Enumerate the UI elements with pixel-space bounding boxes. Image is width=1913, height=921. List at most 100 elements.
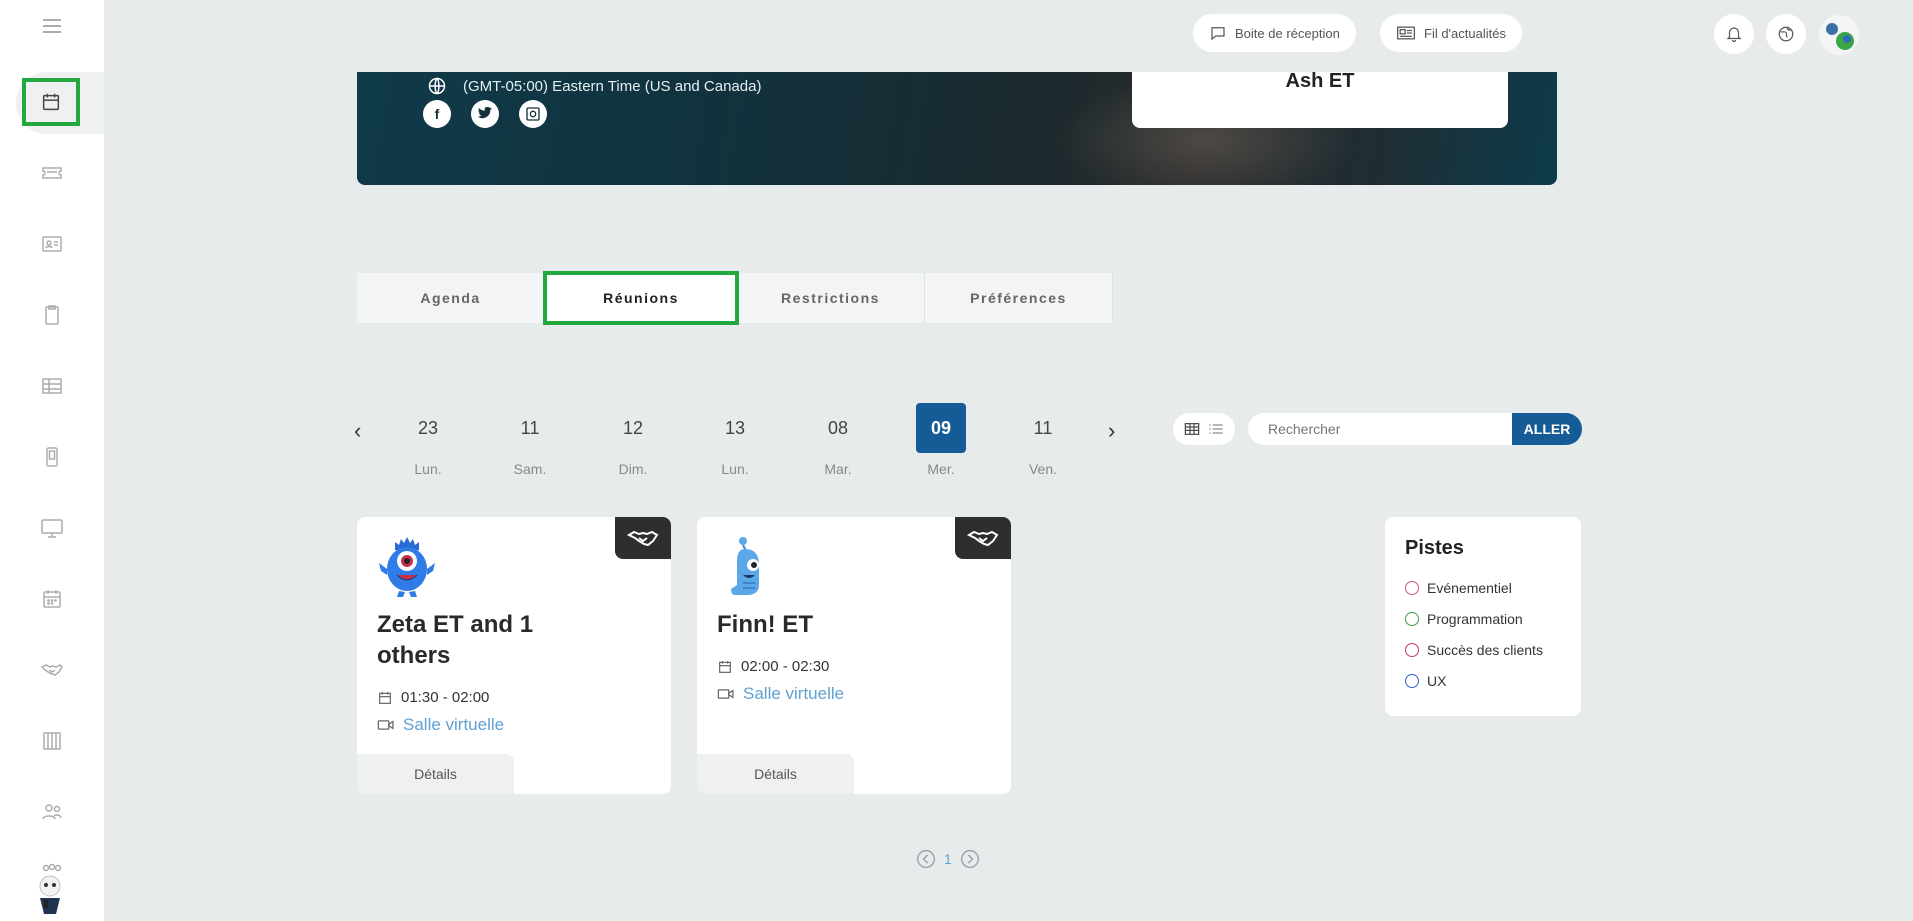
date-weekday: Dim.	[618, 461, 648, 477]
newspaper-icon	[1397, 26, 1415, 40]
top-bar: Boite de réception Fil d'actualités	[104, 0, 1913, 72]
meeting-room-link[interactable]: Salle virtuelle	[717, 684, 844, 704]
profile-avatar[interactable]	[1818, 14, 1860, 56]
news-feed-button[interactable]: Fil d'actualités	[1380, 14, 1522, 52]
meeting-room-link[interactable]: Salle virtuelle	[377, 715, 504, 735]
track-color-dot	[1405, 611, 1419, 626]
date-number: 23	[417, 418, 439, 438]
tab-preferences[interactable]: Préférences	[925, 273, 1113, 323]
profile-banner: (GMT-05:00) Eastern Time (US and Canada)…	[357, 72, 1557, 185]
twitter-icon[interactable]	[471, 100, 499, 128]
chat-bubble-icon	[1211, 27, 1225, 41]
sidebar-item-mobile[interactable]	[0, 431, 104, 483]
sidebar-item-schedule[interactable]	[0, 573, 104, 625]
bell-icon	[1726, 27, 1742, 43]
date-item[interactable]: 08 Mar.	[813, 403, 863, 477]
track-item[interactable]: Succès des clients	[1405, 634, 1561, 665]
id-card-icon	[42, 236, 62, 252]
sidebar-item-table[interactable]	[0, 360, 104, 412]
sidebar-item-booths[interactable]	[0, 715, 104, 767]
sidebar-item-meetings[interactable]	[0, 644, 104, 696]
details-button[interactable]: Détails	[357, 754, 514, 794]
list-view-icon[interactable]	[1208, 422, 1224, 436]
track-color-dot	[1405, 642, 1419, 657]
meeting-time-row: 02:00 - 02:30	[717, 658, 829, 675]
date-item[interactable]: 12 Dim.	[608, 403, 658, 477]
track-label: Evénementiel	[1427, 579, 1512, 596]
date-number: 08	[827, 418, 849, 438]
meeting-card: Zeta ET and 1 others 01:30 - 02:00 Salle…	[357, 517, 671, 794]
monster-avatar	[379, 537, 435, 597]
mobile-icon	[46, 447, 58, 467]
next-dates-button[interactable]: ›	[1108, 418, 1115, 444]
tab-agenda[interactable]: Agenda	[357, 273, 545, 323]
date-number: 12	[622, 418, 644, 438]
tab-bar: Agenda Réunions Restrictions Préférences	[357, 271, 1113, 325]
sidebar-item-users[interactable]	[0, 786, 104, 838]
calendar-grid-icon	[43, 590, 61, 608]
handshake-icon	[955, 517, 1011, 559]
date-weekday: Sam.	[513, 461, 547, 477]
track-item[interactable]: Evénementiel	[1405, 572, 1561, 603]
meeting-title: Finn! ET	[717, 611, 813, 638]
date-number: 11	[1033, 418, 1053, 438]
tracks-title: Pistes	[1405, 537, 1464, 559]
facebook-icon[interactable]: f	[423, 100, 451, 128]
calendar-icon	[42, 93, 60, 111]
date-item[interactable]: 11 Ven.	[1018, 403, 1068, 477]
meeting-time-row: 01:30 - 02:00	[377, 689, 489, 706]
search-input[interactable]	[1248, 413, 1512, 445]
clipboard-icon	[45, 305, 59, 325]
menu-icon[interactable]	[0, 0, 104, 52]
social-links: f	[423, 100, 547, 128]
profile-name: Ash ET	[1285, 72, 1355, 92]
date-weekday: Lun.	[721, 461, 749, 477]
booth-icon	[43, 732, 61, 750]
track-item[interactable]: Programmation	[1405, 603, 1561, 634]
monitor-icon	[41, 519, 63, 538]
meeting-card: Finn! ET 02:00 - 02:30 Salle virtuelle D…	[697, 517, 1011, 794]
prev-dates-button[interactable]: ‹	[354, 418, 361, 444]
date-item[interactable]: 13 Lun.	[710, 403, 760, 477]
details-button[interactable]: Détails	[697, 754, 854, 794]
next-page-icon[interactable]	[960, 849, 980, 869]
tab-meetings[interactable]: Réunions	[543, 271, 739, 325]
prev-page-icon[interactable]	[916, 849, 936, 869]
sidebar-item-monitor[interactable]	[0, 502, 104, 554]
meeting-room: Salle virtuelle	[403, 715, 505, 734]
pagination: 1	[916, 849, 980, 869]
date-item[interactable]: 11 Sam.	[505, 403, 555, 477]
sidebar-item-calendar[interactable]	[22, 78, 80, 126]
date-item[interactable]: 09 Mer.	[916, 403, 966, 477]
notifications-button[interactable]	[1714, 14, 1754, 54]
grid-view-icon[interactable]	[1184, 422, 1200, 436]
inbox-label: Boite de réception	[1235, 25, 1340, 41]
sidebar-item-badges[interactable]	[0, 218, 104, 270]
table-icon	[42, 378, 62, 394]
current-page[interactable]: 1	[944, 851, 952, 867]
track-item[interactable]: UX	[1405, 665, 1561, 696]
track-label: Succès des clients	[1427, 641, 1543, 658]
users-icon	[42, 804, 62, 820]
sidebar-item-clipboard[interactable]	[0, 289, 104, 341]
track-label: UX	[1427, 672, 1447, 689]
sidebar-item-tickets[interactable]	[0, 146, 104, 198]
timezone-text: (GMT-05:00) Eastern Time (US and Canada)	[463, 77, 762, 95]
language-button[interactable]	[1766, 14, 1806, 54]
date-weekday: Ven.	[1028, 461, 1058, 477]
date-number: 09	[916, 403, 966, 453]
instagram-icon[interactable]	[519, 100, 547, 128]
inbox-button[interactable]: Boite de réception	[1193, 14, 1356, 52]
date-item[interactable]: 23 Lun.	[403, 403, 453, 477]
meeting-room: Salle virtuelle	[743, 684, 845, 703]
meeting-time: 02:00 - 02:30	[741, 658, 830, 675]
ticket-icon	[42, 167, 62, 179]
globe-icon	[428, 77, 446, 95]
meeting-time: 01:30 - 02:00	[401, 689, 490, 706]
search-button[interactable]: ALLER	[1512, 413, 1582, 445]
tracks-panel: Pistes Evénementiel Programmation Succès d…	[1385, 517, 1581, 716]
tab-restrictions[interactable]: Restrictions	[737, 273, 925, 323]
user-avatar[interactable]	[30, 872, 70, 914]
video-camera-icon	[377, 720, 394, 730]
view-toggle	[1173, 413, 1235, 445]
